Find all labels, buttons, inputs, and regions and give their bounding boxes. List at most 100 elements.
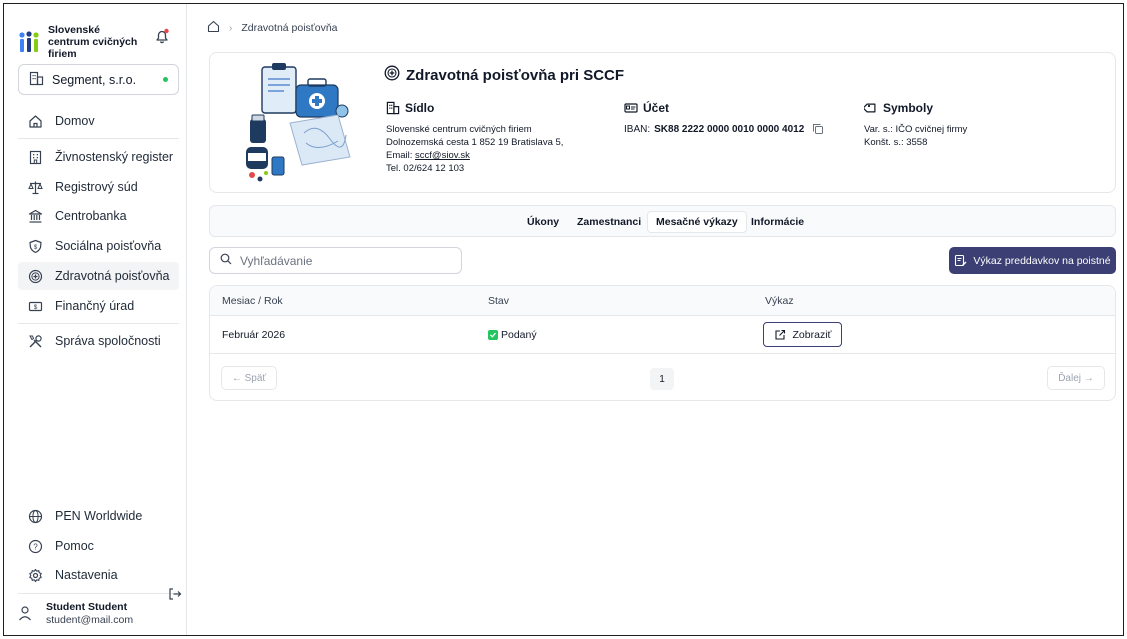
- sidebar-divider: [18, 138, 179, 139]
- email-line: Email: sccf@siov.sk: [386, 149, 563, 162]
- building-icon: [27, 149, 43, 165]
- ucet-section: Účet IBAN: SK88 2222 0000 0010 0000 4012: [624, 101, 824, 135]
- sidebar: Slovenské centrum cvičných firiem Segmen…: [4, 4, 187, 635]
- view-report-label: Zobraziť: [792, 328, 832, 341]
- status-text: Podaný: [501, 329, 537, 341]
- copy-icon[interactable]: [812, 123, 824, 135]
- home-icon: [27, 113, 43, 129]
- next-page-button[interactable]: Ďalej →: [1047, 366, 1105, 390]
- money-icon: $: [27, 298, 43, 314]
- sidebar-divider: [18, 323, 179, 324]
- help-icon: ?: [27, 538, 43, 554]
- tag-icon: [864, 101, 878, 115]
- insurer-info-card: Zdravotná poisťovňa pri SCCF Sídlo Slove…: [209, 52, 1116, 193]
- phone-line: Tel. 02/624 12 103: [386, 163, 465, 174]
- table-header: Mesiac / Rok Stav Výkaz: [210, 286, 1115, 316]
- sidebar-item-pomoc[interactable]: ? Pomoc: [18, 532, 179, 560]
- sidebar-item-nastavenia[interactable]: Nastavenia: [18, 561, 179, 589]
- sidebar-item-label: PEN Worldwide: [55, 509, 143, 523]
- medical-plus-icon: [384, 65, 400, 85]
- sidebar-item-registrovy-sud[interactable]: Registrový súd: [18, 173, 179, 201]
- current-page[interactable]: 1: [650, 368, 674, 390]
- create-report-button[interactable]: Výkaz preddavkov na poistné: [949, 247, 1116, 274]
- sidlo-heading: Sídlo: [405, 101, 435, 115]
- address-line: Slovenské centrum cvičných firiem: [386, 124, 532, 135]
- create-report-label: Výkaz preddavkov na poistné: [973, 254, 1111, 267]
- company-name: Segment, s.r.o.: [52, 72, 137, 87]
- document-edit-icon: [954, 254, 967, 267]
- sidebar-item-centrobanka[interactable]: Centrobanka: [18, 202, 179, 230]
- medical-illustration-icon: [246, 63, 351, 182]
- bell-icon[interactable]: [154, 28, 170, 44]
- svg-text:?: ?: [33, 542, 38, 551]
- sidebar-item-label: Nastavenia: [55, 568, 118, 582]
- sidebar-item-label: Domov: [55, 114, 95, 128]
- chevron-right-icon: ›: [229, 22, 233, 34]
- brand-logo-icon: [18, 31, 40, 53]
- breadcrumb-current: Zdravotná poisťovňa: [241, 22, 338, 34]
- prev-page-button[interactable]: ← Späť: [221, 366, 277, 390]
- email-label: Email:: [386, 150, 413, 161]
- sidebar-item-zivnostensky-register[interactable]: Živnostenský register: [18, 143, 179, 171]
- sidebar-item-socialna-poistovna[interactable]: $ Sociálna poisťovňa: [18, 232, 179, 260]
- sidebar-item-label: Registrový súd: [55, 180, 138, 194]
- iban-label: IBAN:: [624, 123, 651, 135]
- address-line: Dolnozemská cesta 1 852 19 Bratislava 5,: [386, 137, 564, 148]
- logout-icon[interactable]: [168, 587, 182, 601]
- sidebar-item-domov[interactable]: Domov: [18, 107, 179, 135]
- symboly-section: Symboly Var. s.: IČO cvičnej firmy Konšt…: [864, 101, 967, 149]
- home-icon[interactable]: [207, 20, 220, 36]
- tab-zamestnanci[interactable]: Zamestnanci: [569, 211, 649, 233]
- shield-icon: $: [27, 238, 43, 254]
- column-header: Výkaz: [765, 295, 794, 307]
- medical-plus-icon: [27, 268, 43, 284]
- user-profile[interactable]: Student Student student@mail.com: [18, 601, 133, 627]
- tab-ukony[interactable]: Úkony: [519, 211, 567, 233]
- bank-icon: [27, 208, 43, 224]
- bank-card-icon: [624, 101, 638, 115]
- variable-symbol: Var. s.: IČO cvičnej firmy: [864, 124, 968, 135]
- search-box: [209, 247, 462, 274]
- sidebar-item-label: Centrobanka: [55, 209, 127, 223]
- user-email: student@mail.com: [46, 614, 134, 626]
- search-icon: [220, 253, 232, 268]
- building-icon: [386, 101, 400, 115]
- sidebar-item-sprava-spolocnosti[interactable]: Správa spoločnosti: [18, 327, 179, 355]
- tab-mesacne-vykazy[interactable]: Mesačné výkazy: [647, 211, 747, 233]
- view-report-button[interactable]: Zobraziť: [763, 322, 842, 347]
- globe-icon: [27, 508, 43, 524]
- sidebar-item-label: Finančný úrad: [55, 299, 135, 313]
- breadcrumb: › Zdravotná poisťovňa: [207, 20, 338, 36]
- svg-text:$: $: [33, 304, 37, 311]
- sidlo-section: Sídlo Slovenské centrum cvičných firiem …: [386, 101, 563, 175]
- scales-icon: [27, 179, 43, 195]
- constant-symbol: Konšt. s.: 3558: [864, 137, 928, 148]
- tab-informacie[interactable]: Informácie: [743, 211, 812, 233]
- email-link[interactable]: sccf@siov.sk: [415, 150, 470, 161]
- sidebar-divider: [18, 593, 179, 594]
- tools-icon: [27, 333, 43, 349]
- check-icon: [488, 330, 498, 340]
- gear-icon: [27, 567, 43, 583]
- brand-name: Slovenské centrum cvičných firiem: [48, 24, 138, 60]
- app-window: Slovenské centrum cvičných firiem Segmen…: [3, 3, 1124, 636]
- iban-value: SK88 2222 0000 0010 0000 4012: [654, 123, 805, 135]
- table-row: Február 2026 Podaný Zobraziť: [210, 316, 1115, 354]
- sidebar-item-financny-urad[interactable]: $ Finančný úrad: [18, 292, 179, 320]
- ucet-heading: Účet: [643, 101, 670, 115]
- user-name: Student Student: [46, 601, 128, 613]
- sidebar-item-label: Pomoc: [55, 539, 94, 553]
- symboly-heading: Symboly: [883, 101, 934, 115]
- svg-text:$: $: [33, 245, 37, 251]
- tabs-bar: Úkony Zamestnanci Mesačné výkazy Informá…: [209, 205, 1116, 237]
- page-title: Zdravotná poisťovňa pri SCCF: [384, 65, 624, 85]
- sidebar-item-label: Sociálna poisťovňa: [55, 239, 162, 253]
- search-input[interactable]: [240, 253, 440, 268]
- user-icon: [18, 605, 32, 624]
- company-selector[interactable]: Segment, s.r.o.: [18, 64, 179, 95]
- brand[interactable]: Slovenské centrum cvičných firiem: [18, 24, 140, 60]
- sidebar-item-pen-worldwide[interactable]: PEN Worldwide: [18, 502, 179, 530]
- sidebar-item-zdravotna-poistovna[interactable]: Zdravotná poisťovňa: [18, 262, 179, 290]
- status-badge: Podaný: [488, 329, 537, 341]
- building-icon: [29, 71, 44, 89]
